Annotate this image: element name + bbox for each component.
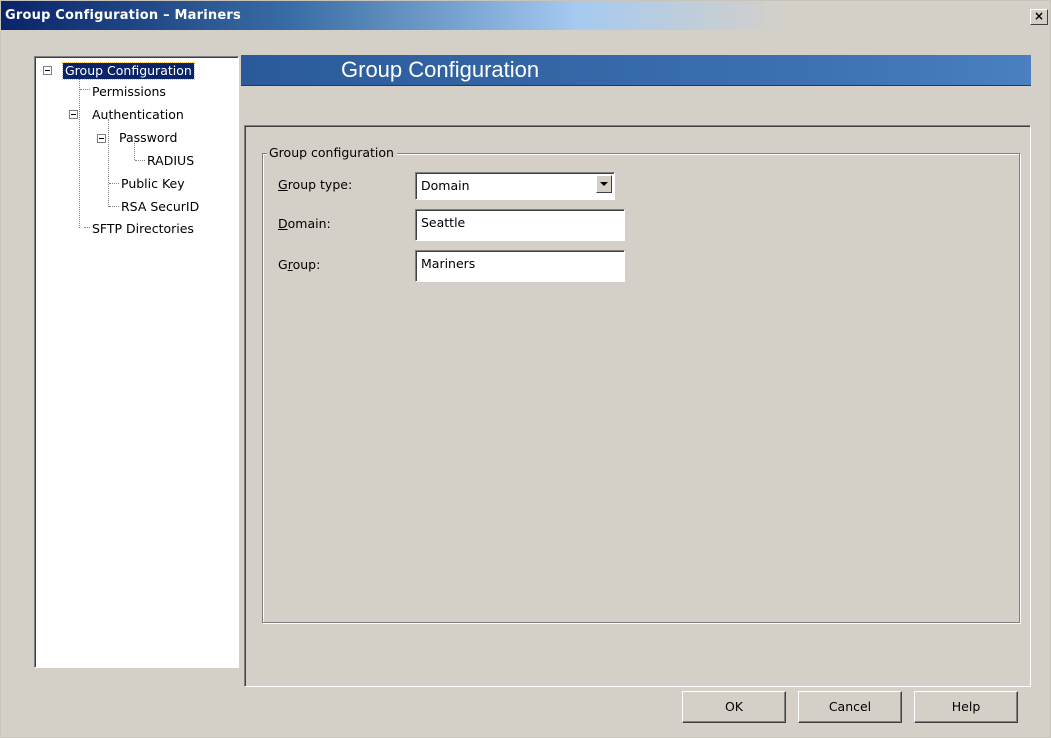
- tree-connector: [108, 119, 109, 207]
- domain-label: Domain:: [278, 216, 331, 231]
- group-label-text: oup:: [292, 257, 321, 272]
- group-field[interactable]: Mariners: [415, 250, 625, 282]
- collapse-icon[interactable]: [97, 134, 106, 143]
- group-type-select[interactable]: Domain: [415, 172, 615, 200]
- tree-item-radius[interactable]: RADIUS: [147, 153, 194, 169]
- tree-item-public-key[interactable]: Public Key: [121, 176, 185, 192]
- tree-item-permissions[interactable]: Permissions: [92, 84, 166, 100]
- groupbox-legend: Group configuration: [267, 145, 397, 160]
- tree-item-rsa-securid[interactable]: RSA SecurID: [121, 199, 199, 215]
- group-configuration-groupbox: Group configuration Group type: Domain D…: [262, 145, 1020, 623]
- collapse-icon[interactable]: [43, 66, 52, 75]
- domain-label-text: omain:: [287, 216, 331, 231]
- help-button[interactable]: Help: [914, 691, 1018, 723]
- group-label: Group:: [278, 257, 320, 272]
- domain-value: Seattle: [421, 215, 466, 230]
- window-title: Group Configuration – Mariners: [5, 8, 241, 23]
- tree-item-password[interactable]: Password: [119, 130, 177, 146]
- group-type-value: Domain: [421, 178, 470, 193]
- collapse-icon[interactable]: [69, 110, 78, 119]
- group-label-first: G: [278, 257, 288, 272]
- tree-item-sftp-directories[interactable]: SFTP Directories: [92, 221, 194, 237]
- tree-connector: [80, 89, 90, 90]
- chevron-down-icon[interactable]: [596, 175, 612, 193]
- domain-label-mnemonic: D: [278, 216, 288, 231]
- group-type-label: Group type:: [278, 177, 352, 192]
- dialog-window: Group Configuration – Mariners × Group C…: [0, 0, 1051, 738]
- navigation-tree[interactable]: Group Configuration Permissions Authenti…: [34, 56, 239, 668]
- cancel-button[interactable]: Cancel: [798, 691, 902, 723]
- tree-connector: [109, 183, 119, 184]
- page-title: Group Configuration: [341, 57, 540, 82]
- group-type-label-mnemonic: G: [278, 177, 288, 192]
- domain-field[interactable]: Seattle: [415, 209, 625, 241]
- tree-item-authentication[interactable]: Authentication: [92, 107, 184, 123]
- group-type-label-text: roup type:: [287, 177, 353, 192]
- tree-connector: [135, 160, 145, 161]
- page-header: Group Configuration: [241, 55, 1031, 86]
- group-value: Mariners: [421, 256, 476, 271]
- close-icon: ×: [1033, 9, 1045, 23]
- tree-connector: [84, 227, 90, 228]
- tree-connector: [109, 206, 119, 207]
- ok-button[interactable]: OK: [682, 691, 786, 723]
- title-bar[interactable]: Group Configuration – Mariners ×: [1, 1, 1050, 30]
- content-panel: Group configuration Group type: Domain D…: [244, 125, 1031, 687]
- tree-item-group-configuration[interactable]: Group Configuration: [62, 62, 195, 80]
- tree-connector: [79, 79, 80, 228]
- close-button[interactable]: ×: [1030, 9, 1048, 25]
